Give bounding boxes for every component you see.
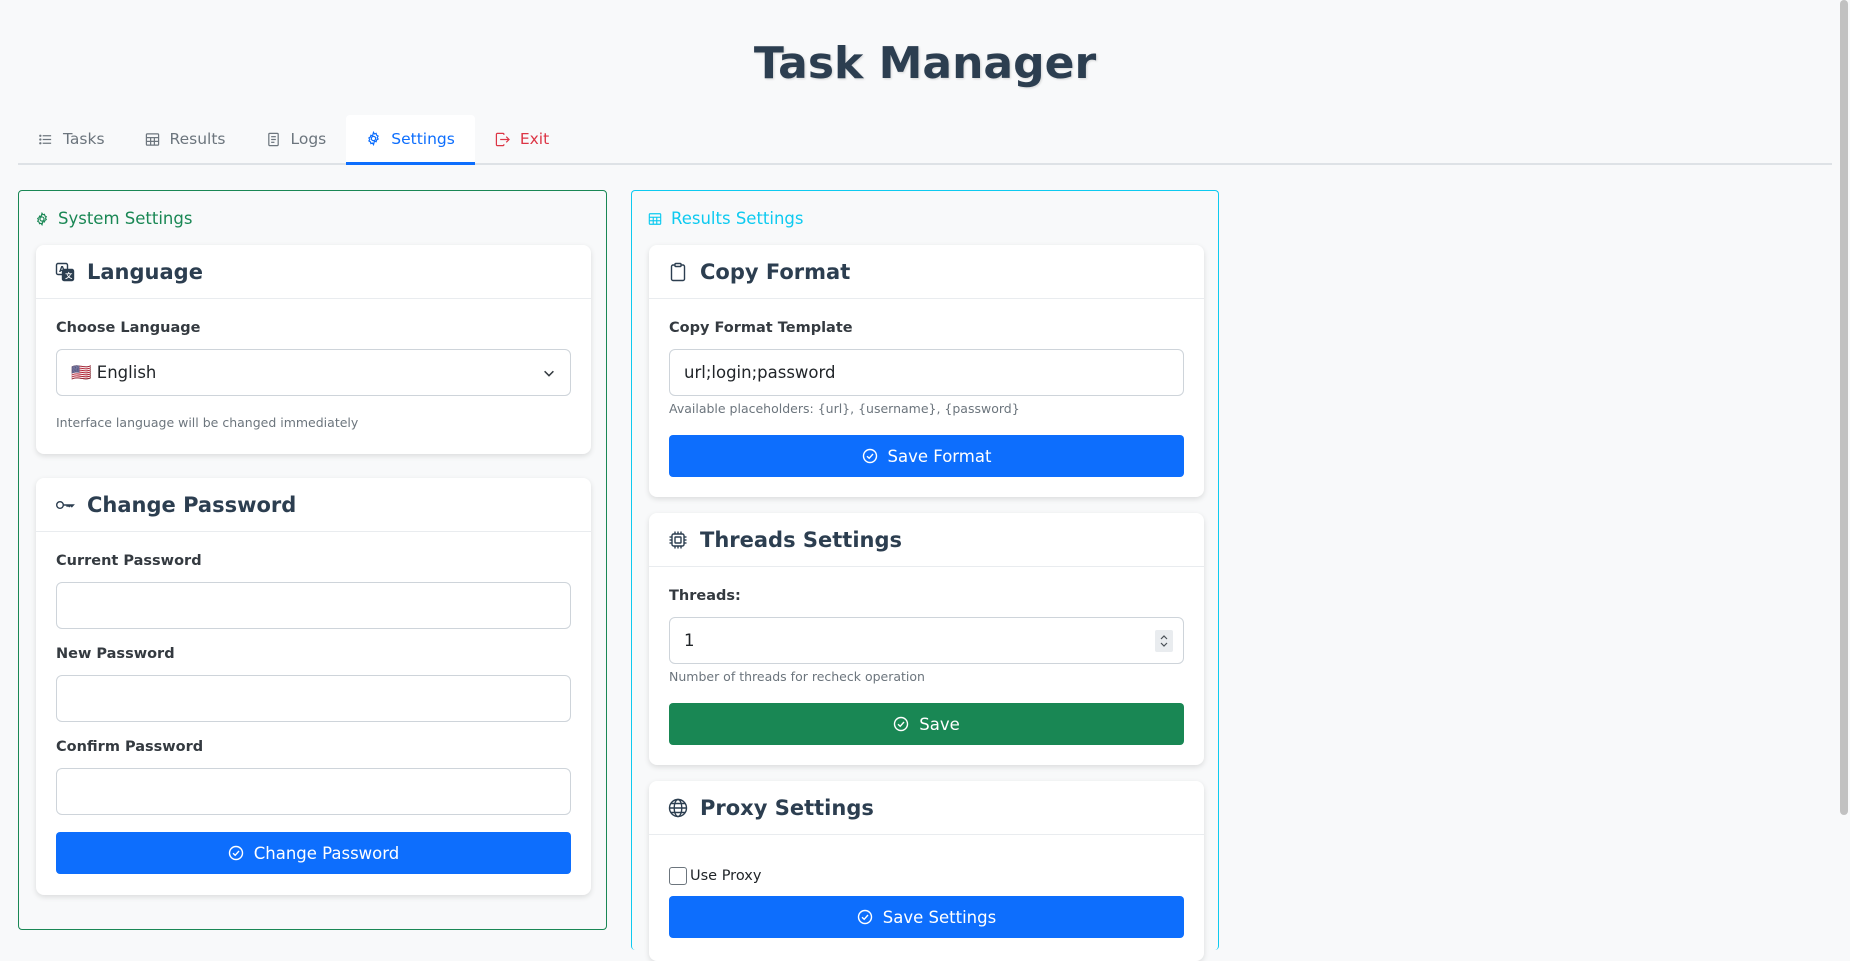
new-password-input[interactable]: [56, 675, 571, 722]
results-settings-title: Results Settings: [671, 209, 804, 228]
check-circle-icon: [857, 909, 872, 925]
check-circle-icon: [862, 448, 877, 464]
language-select-value: 🇺🇸 English: [71, 362, 157, 382]
document-icon: [267, 132, 279, 146]
change-password-title: Change Password: [87, 492, 297, 517]
new-password-label: New Password: [56, 646, 175, 662]
language-label: Choose Language: [56, 320, 201, 336]
logout-icon: [495, 132, 510, 146]
language-card-title: A文 Language: [36, 245, 591, 299]
copy-format-card-title: Copy Format: [649, 245, 1204, 299]
save-threads-button[interactable]: Save: [669, 703, 1184, 745]
tab-settings[interactable]: Settings: [346, 115, 475, 165]
threads-title: Threads Settings: [700, 527, 903, 552]
save-format-button[interactable]: Save Format: [669, 435, 1184, 477]
globe-icon: [668, 798, 688, 817]
use-proxy-row[interactable]: Use Proxy: [669, 867, 761, 885]
use-proxy-checkbox[interactable]: [669, 867, 687, 885]
tab-exit[interactable]: Exit: [475, 115, 569, 163]
cpu-icon: [669, 531, 687, 548]
current-password-input[interactable]: [56, 582, 571, 629]
save-format-button-label: Save Format: [887, 446, 992, 466]
main-tabs: Tasks Results Logs Settings Exit: [18, 115, 1832, 165]
page-scrollbar[interactable]: [1840, 0, 1848, 815]
threads-stepper[interactable]: [1155, 630, 1173, 652]
threads-card: Threads Settings Threads: 1 Number of th…: [649, 513, 1204, 765]
threads-label: Threads:: [669, 588, 741, 604]
confirm-password-input[interactable]: [56, 768, 571, 815]
tab-tasks-label: Tasks: [63, 130, 105, 148]
key-icon: [56, 500, 75, 509]
threads-help: Number of threads for recheck operation: [669, 669, 925, 684]
tab-tasks[interactable]: Tasks: [18, 115, 125, 163]
copy-format-label: Copy Format Template: [669, 320, 853, 336]
proxy-card-title: Proxy Settings: [649, 781, 1204, 835]
threads-input-value: 1: [684, 631, 695, 650]
save-proxy-settings-button-label: Save Settings: [882, 907, 997, 927]
clipboard-icon: [670, 262, 686, 281]
svg-text:文: 文: [65, 271, 73, 280]
tab-results-label: Results: [169, 130, 226, 148]
change-password-button[interactable]: Change Password: [56, 832, 571, 874]
list-icon: [39, 134, 52, 144]
results-settings-header: Results Settings: [648, 209, 804, 228]
language-select[interactable]: 🇺🇸 English: [56, 349, 571, 396]
save-proxy-settings-button[interactable]: Save Settings: [669, 896, 1184, 938]
page-title: Task Manager: [753, 38, 1097, 89]
copy-format-title: Copy Format: [700, 259, 851, 284]
change-password-button-label: Change Password: [253, 843, 400, 863]
copy-format-help: Available placeholders: {url}, {username…: [669, 401, 1020, 416]
system-settings-panel: System Settings A文 Language Choose Langu…: [18, 190, 607, 930]
tab-settings-label: Settings: [391, 129, 455, 148]
check-circle-icon: [894, 716, 909, 732]
tab-logs[interactable]: Logs: [246, 115, 347, 163]
save-threads-button-label: Save: [919, 714, 960, 734]
results-settings-panel: Results Settings Copy Format Copy Format…: [631, 190, 1219, 961]
copy-format-input[interactable]: url;login;password: [669, 349, 1184, 396]
change-password-card-title: Change Password: [36, 478, 591, 532]
check-circle-icon: [228, 845, 243, 861]
system-settings-header: System Settings: [35, 209, 192, 228]
copy-format-input-value: url;login;password: [684, 363, 836, 382]
threads-card-title: Threads Settings: [649, 513, 1204, 567]
change-password-card: Change Password Current Password New Pas…: [36, 478, 591, 895]
copy-format-card: Copy Format Copy Format Template url;log…: [649, 245, 1204, 497]
system-settings-title: System Settings: [58, 209, 193, 228]
confirm-password-label: Confirm Password: [56, 739, 204, 755]
table-icon: [648, 212, 662, 225]
use-proxy-label: Use Proxy: [690, 868, 762, 884]
stepper-arrows-icon: [1160, 635, 1168, 647]
gear-icon: [36, 211, 48, 226]
proxy-title: Proxy Settings: [700, 795, 874, 820]
tab-exit-label: Exit: [519, 130, 550, 148]
current-password-label: Current Password: [56, 553, 202, 569]
language-card: A文 Language Choose Language 🇺🇸 English I…: [36, 245, 591, 454]
tab-results[interactable]: Results: [125, 115, 246, 163]
proxy-card: Proxy Settings Use Proxy Save Settings: [649, 781, 1204, 961]
translate-icon: A文: [55, 262, 75, 281]
table-icon: [145, 132, 159, 146]
tab-logs-label: Logs: [290, 130, 327, 148]
language-help: Interface language will be changed immed…: [56, 415, 359, 430]
threads-input[interactable]: 1: [669, 617, 1184, 664]
language-title: Language: [87, 259, 203, 284]
chevron-down-icon: [544, 370, 554, 377]
gear-icon: [368, 131, 380, 146]
